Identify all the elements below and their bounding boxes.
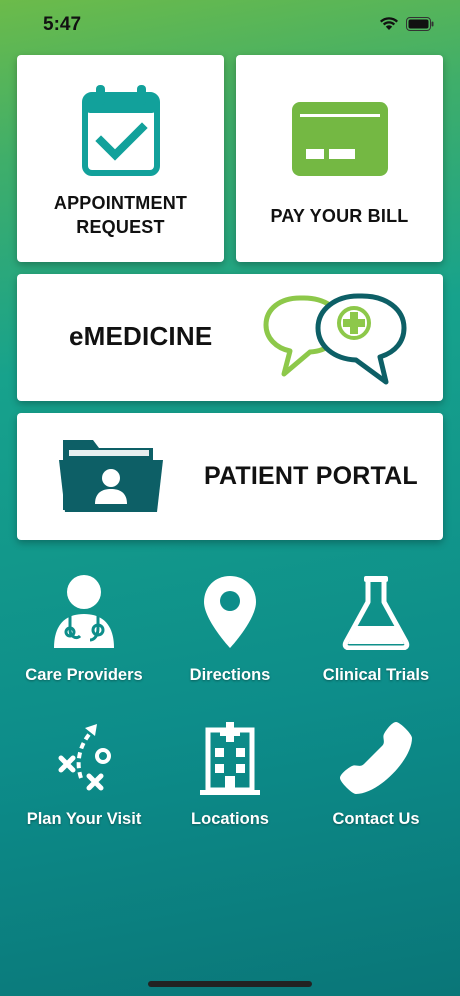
home-indicator[interactable]: [148, 981, 312, 987]
phone-icon: [340, 722, 412, 794]
emedicine-label: eMEDICINE: [69, 321, 213, 351]
directions-button[interactable]: Directions: [155, 574, 305, 685]
clinical-trials-button[interactable]: Clinical Trials: [301, 574, 451, 685]
map-pin-icon: [204, 576, 256, 648]
patient-portal-label: PATIENT PORTAL: [204, 462, 418, 490]
care-providers-label: Care Providers: [25, 666, 143, 684]
status-time: 5:47: [43, 14, 82, 35]
patient-folder-icon: [59, 440, 163, 512]
status-bar: 5:47: [0, 0, 460, 50]
calendar-check-icon: [81, 84, 160, 176]
locations-label: Locations: [191, 810, 269, 828]
hospital-building-icon: [200, 722, 260, 795]
locations-button[interactable]: Locations: [155, 720, 305, 829]
credit-card-icon: [291, 102, 388, 176]
pay-your-bill-card[interactable]: PAY YOUR BILL: [236, 55, 443, 262]
flask-icon: [342, 576, 410, 650]
battery-icon: [406, 16, 434, 31]
directions-label: Directions: [189, 666, 271, 684]
contact-us-label: Contact Us: [332, 810, 420, 828]
contact-us-button[interactable]: Contact Us: [301, 720, 451, 829]
appointment-request-label: APPOINTMENT REQUEST: [53, 192, 188, 237]
care-providers-button[interactable]: Care Providers: [9, 574, 159, 685]
patient-portal-card[interactable]: PATIENT PORTAL: [17, 413, 443, 540]
doctor-icon: [54, 575, 114, 648]
pay-your-bill-label: PAY YOUR BILL: [270, 206, 409, 226]
plan-your-visit-label: Plan Your Visit: [26, 810, 142, 828]
plan-your-visit-button[interactable]: Plan Your Visit: [9, 720, 159, 829]
wifi-icon: [380, 17, 398, 30]
strategy-icon: [58, 724, 111, 791]
appointment-request-card[interactable]: APPOINTMENT REQUEST: [17, 55, 224, 262]
status-icons: [379, 16, 434, 31]
clinical-trials-label: Clinical Trials: [322, 666, 430, 684]
chat-medical-icon: [263, 293, 407, 385]
emedicine-card[interactable]: eMEDICINE: [17, 274, 443, 401]
